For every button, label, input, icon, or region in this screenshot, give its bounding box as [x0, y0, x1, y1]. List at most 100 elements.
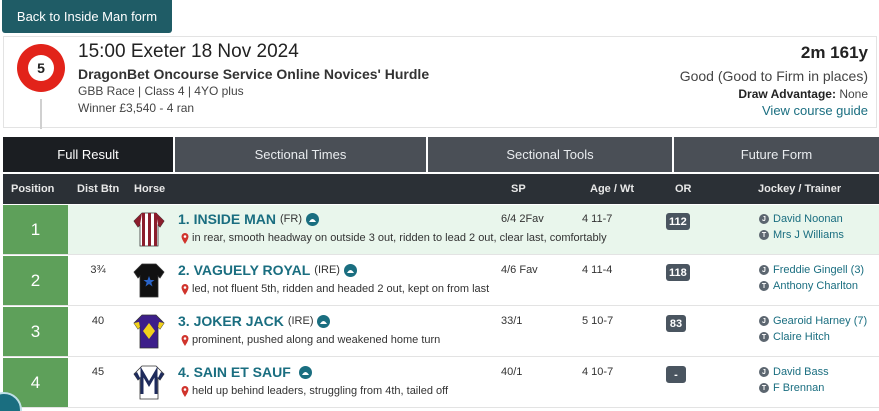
table-row: 2 3¾ 2. VAGUELY ROYAL (IRE) led, not flu…	[3, 256, 879, 306]
comment-text: led, not fluent 5th, ridden and headed 2…	[192, 283, 490, 295]
horse-name[interactable]: 4. SAIN ET SAUF	[178, 364, 291, 380]
horse-name[interactable]: 3. JOKER JACK	[178, 313, 284, 329]
starting-price: 6/4 2Fav	[501, 213, 544, 225]
race-title: 15:00 Exeter 18 Nov 2024	[78, 41, 299, 62]
location-pin-icon	[181, 232, 189, 244]
tab-full-result[interactable]: Full Result	[3, 137, 175, 172]
trainer-icon: T	[759, 332, 769, 342]
jockey-icon: J	[759, 367, 769, 377]
age-weight: 5 10-7	[582, 315, 614, 327]
race-badge-stem	[40, 99, 42, 129]
col-sp: SP	[511, 183, 526, 195]
jockey-link[interactable]: J David Noonan	[759, 213, 843, 225]
horse-name[interactable]: 2. VAGUELY ROYAL	[178, 262, 310, 278]
result-tabs: Full Result Sectional Times Sectional To…	[3, 137, 879, 172]
results-table-header: Position Dist Btn Horse SP Age / Wt OR J…	[3, 174, 879, 204]
race-distance: 2m 161y	[800, 43, 868, 62]
horse-info-icon[interactable]	[343, 263, 357, 277]
trainer-icon: T	[759, 230, 769, 240]
table-row: 1 1. INSIDE MAN (FR) in rear, smooth hea…	[3, 205, 879, 255]
horse-country: (IRE)	[314, 264, 340, 276]
draw-advantage-value: None	[839, 87, 868, 101]
jockey-name[interactable]: David Noonan	[773, 213, 843, 225]
tab-future-form[interactable]: Future Form	[674, 137, 879, 172]
back-to-form-button[interactable]: Back to Inside Man form	[2, 0, 172, 33]
horse-name[interactable]: 1. INSIDE MAN	[178, 211, 276, 227]
col-position: Position	[11, 183, 55, 195]
horse-name-link[interactable]: 3. JOKER JACK (IRE)	[178, 313, 331, 329]
official-rating-badge: 83	[666, 315, 686, 332]
race-going: Good (Good to Firm in places)	[679, 68, 868, 84]
col-age-wt: Age / Wt	[590, 183, 634, 195]
dist-btn: 45	[91, 366, 105, 378]
table-row: 4 45 4. SAIN ET SAUF held up behind lead…	[3, 358, 879, 408]
jockey-icon: J	[759, 265, 769, 275]
col-or: OR	[675, 183, 692, 195]
comment-text: prominent, pushed along and weakened hom…	[192, 334, 441, 346]
col-horse: Horse	[134, 183, 166, 195]
race-name: DragonBet Oncourse Service Online Novice…	[78, 66, 430, 82]
jockey-silk-icon	[133, 263, 165, 298]
jockey-silk-icon	[133, 212, 165, 247]
race-meta: GBB Race | Class 4 | 4YO plus	[78, 84, 244, 98]
jockey-silk-icon	[133, 365, 165, 400]
starting-price: 4/6 Fav	[501, 264, 538, 276]
comment-text: held up behind leaders, struggling from …	[192, 385, 449, 397]
race-comment: led, not fluent 5th, ridden and headed 2…	[181, 283, 489, 295]
trainer-icon: T	[759, 383, 769, 393]
race-number-badge: 5	[17, 44, 65, 92]
jockey-silk-icon	[133, 314, 165, 349]
col-dist-btn: Dist Btn	[77, 183, 120, 195]
horse-info-icon[interactable]	[317, 314, 331, 328]
position-cell: 3	[3, 307, 68, 356]
race-comment: in rear, smooth headway on outside 3 out…	[181, 232, 607, 244]
jockey-icon: J	[759, 214, 769, 224]
race-number: 5	[28, 55, 54, 81]
location-pin-icon	[181, 334, 189, 346]
jockey-icon: J	[759, 316, 769, 326]
jockey-name[interactable]: Freddie Gingell (3)	[773, 264, 864, 276]
race-winner-prize: Winner £3,540 - 4 ran	[78, 101, 195, 115]
position-cell: 1	[3, 205, 68, 254]
trainer-link[interactable]: T Mrs J Williams	[759, 229, 844, 241]
col-jockey-trainer: Jockey / Trainer	[758, 183, 842, 195]
official-rating-badge: 118	[666, 264, 690, 281]
trainer-name[interactable]: F Brennan	[773, 382, 824, 394]
age-weight: 4 10-7	[582, 366, 614, 378]
race-header: 5 15:00 Exeter 18 Nov 2024 DragonBet Onc…	[3, 36, 877, 129]
dist-btn: 40	[91, 315, 105, 327]
comment-text: in rear, smooth headway on outside 3 out…	[192, 232, 607, 244]
view-course-guide-link[interactable]: View course guide	[680, 103, 868, 118]
horse-name-link[interactable]: 4. SAIN ET SAUF	[178, 364, 312, 380]
trainer-link[interactable]: T Anthony Charlton	[759, 280, 858, 292]
horse-name-link[interactable]: 1. INSIDE MAN (FR)	[178, 211, 320, 227]
age-weight: 4 11-4	[582, 264, 613, 276]
horse-info-icon[interactable]	[298, 365, 312, 379]
trainer-name[interactable]: Anthony Charlton	[773, 280, 858, 292]
starting-price: 40/1	[501, 366, 523, 378]
jockey-link[interactable]: J David Bass	[759, 366, 829, 378]
table-row: 3 40 3. JOKER JACK (IRE) prominent, push…	[3, 307, 879, 357]
jockey-name[interactable]: David Bass	[773, 366, 829, 378]
horse-name-link[interactable]: 2. VAGUELY ROYAL (IRE)	[178, 262, 357, 278]
horse-info-icon[interactable]	[306, 212, 320, 226]
race-comment: held up behind leaders, struggling from …	[181, 385, 448, 397]
draw-advantage: Draw Advantage: None	[680, 87, 868, 101]
trainer-link[interactable]: T F Brennan	[759, 382, 824, 394]
trainer-link[interactable]: T Claire Hitch	[759, 331, 830, 343]
tab-sectional-times[interactable]: Sectional Times	[175, 137, 428, 172]
trainer-name[interactable]: Claire Hitch	[773, 331, 830, 343]
starting-price: 33/1	[501, 315, 523, 327]
jockey-link[interactable]: J Gearoid Harney (7)	[759, 315, 867, 327]
jockey-name[interactable]: Gearoid Harney (7)	[773, 315, 867, 327]
trainer-name[interactable]: Mrs J Williams	[773, 229, 844, 241]
race-conditions: 2m 161y Good (Good to Firm in places) Dr…	[680, 43, 868, 118]
tab-sectional-tools[interactable]: Sectional Tools	[428, 137, 674, 172]
dist-btn: 3¾	[90, 264, 106, 276]
draw-advantage-label: Draw Advantage:	[738, 87, 836, 101]
race-comment: prominent, pushed along and weakened hom…	[181, 334, 440, 346]
location-pin-icon	[181, 283, 189, 295]
age-weight: 4 11-7	[582, 213, 613, 225]
horse-country: (IRE)	[287, 315, 314, 327]
jockey-link[interactable]: J Freddie Gingell (3)	[759, 264, 864, 276]
